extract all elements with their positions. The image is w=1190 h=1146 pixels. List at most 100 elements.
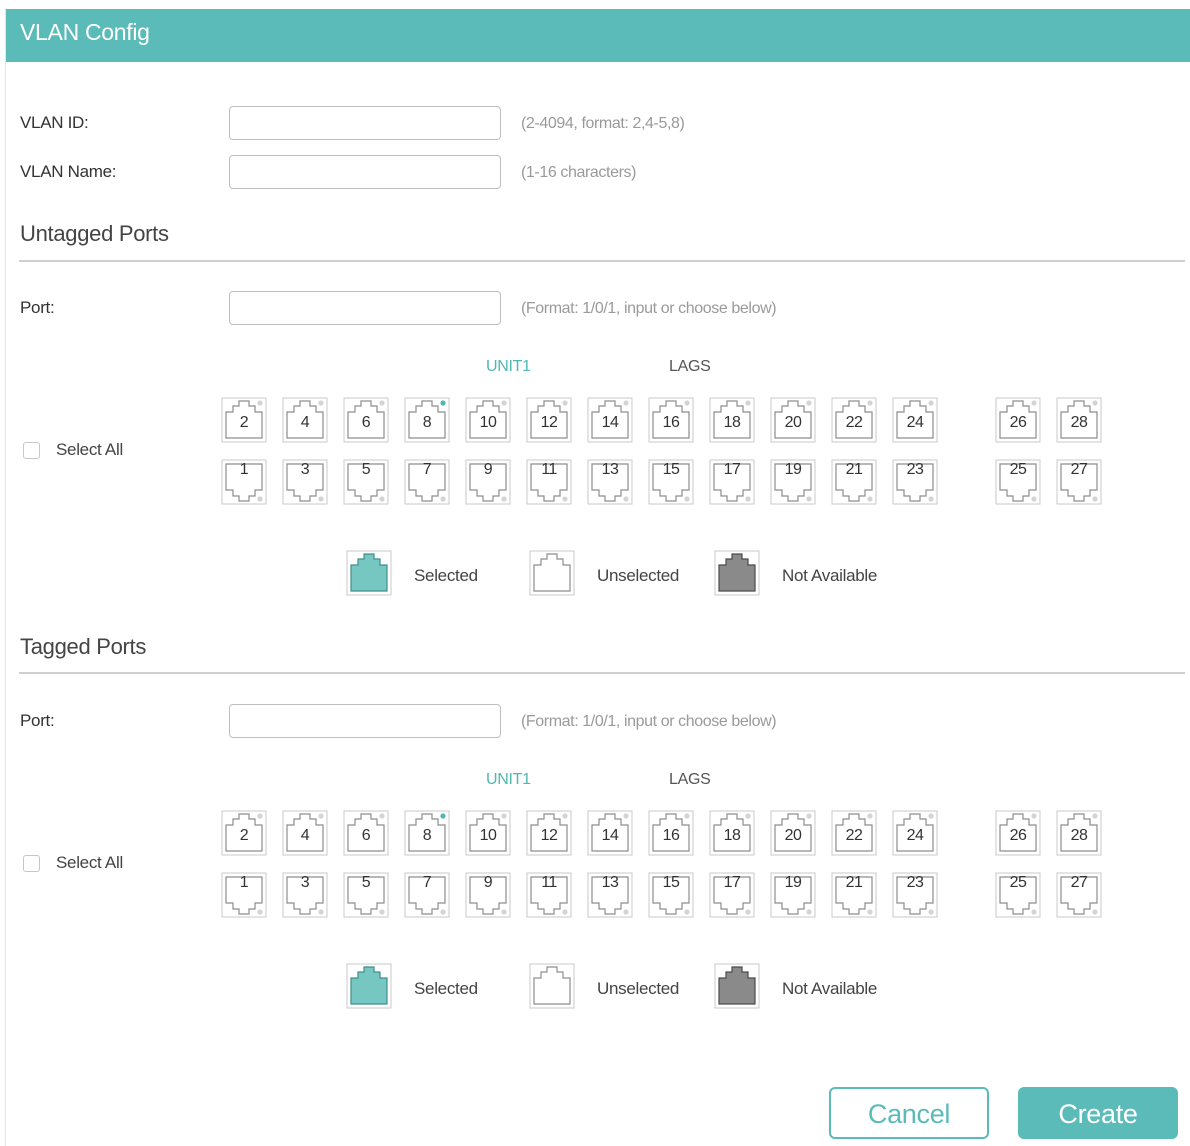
untagged-port-22[interactable]: 22 — [831, 397, 877, 443]
tagged-legend-not-available: Not Available — [714, 963, 877, 1014]
tagged-port-10[interactable]: 10 — [465, 810, 511, 856]
port-number: 7 — [422, 874, 432, 891]
tagged-port-21[interactable]: 21 — [831, 872, 877, 918]
dialog-titlebar: VLAN Config — [6, 9, 1190, 62]
tagged-port-9[interactable]: 9 — [465, 872, 511, 918]
tagged-port-25[interactable]: 25 — [995, 872, 1041, 918]
port-number: 13 — [601, 461, 619, 478]
tagged-legend-unselected: Unselected — [529, 963, 679, 1014]
untagged-legend-selected-label: Selected — [414, 565, 478, 585]
untagged-port-19[interactable]: 19 — [770, 459, 816, 505]
port-number: 6 — [361, 827, 371, 844]
untagged-port-21[interactable]: 21 — [831, 459, 877, 505]
tagged-port-26[interactable]: 26 — [995, 810, 1041, 856]
tagged-port-13[interactable]: 13 — [587, 872, 633, 918]
untagged-port-3[interactable]: 3 — [282, 459, 328, 505]
untagged-port-input[interactable] — [229, 291, 501, 325]
untagged-port-17[interactable]: 17 — [709, 459, 755, 505]
port-number: 25 — [1009, 874, 1027, 891]
port-number: 27 — [1070, 461, 1088, 478]
tagged-port-14[interactable]: 14 — [587, 810, 633, 856]
untagged-port-9[interactable]: 9 — [465, 459, 511, 505]
tagged-port-16[interactable]: 16 — [648, 810, 694, 856]
untagged-port-8[interactable]: 8 — [404, 397, 450, 443]
untagged-port-20[interactable]: 20 — [770, 397, 816, 443]
untagged-port-4[interactable]: 4 — [282, 397, 328, 443]
tagged-port-7[interactable]: 7 — [404, 872, 450, 918]
port-number: 10 — [479, 827, 497, 844]
port-number: 17 — [723, 874, 741, 891]
tagged-port-24[interactable]: 24 — [892, 810, 938, 856]
tagged-port-20[interactable]: 20 — [770, 810, 816, 856]
untagged-port-24[interactable]: 24 — [892, 397, 938, 443]
tagged-port-19[interactable]: 19 — [770, 872, 816, 918]
tagged-port-8[interactable]: 8 — [404, 810, 450, 856]
tagged-select-all[interactable]: Select All — [23, 853, 123, 873]
untagged-port-hint: (Format: 1/0/1, input or choose below) — [521, 300, 777, 317]
port-number: 2 — [239, 827, 249, 844]
port-number: 23 — [906, 874, 924, 891]
untagged-port-2[interactable]: 2 — [221, 397, 267, 443]
tagged-port-27[interactable]: 27 — [1056, 872, 1102, 918]
port-number: 12 — [540, 827, 558, 844]
create-button[interactable]: Create — [1018, 1087, 1178, 1139]
cancel-button[interactable]: Cancel — [829, 1087, 989, 1139]
port-selected-icon — [346, 550, 392, 601]
untagged-port-28[interactable]: 28 — [1056, 397, 1102, 443]
port-number: 23 — [906, 461, 924, 478]
tagged-divider — [19, 672, 1185, 674]
untagged-port-23[interactable]: 23 — [892, 459, 938, 505]
tagged-port-15[interactable]: 15 — [648, 872, 694, 918]
untagged-port-26[interactable]: 26 — [995, 397, 1041, 443]
untagged-port-1[interactable]: 1 — [221, 459, 267, 505]
tagged-port-4[interactable]: 4 — [282, 810, 328, 856]
tagged-port-1[interactable]: 1 — [221, 872, 267, 918]
untagged-port-15[interactable]: 15 — [648, 459, 694, 505]
port-number: 16 — [662, 414, 680, 431]
tagged-port-6[interactable]: 6 — [343, 810, 389, 856]
tagged-port-input[interactable] — [229, 704, 501, 738]
tagged-port-3[interactable]: 3 — [282, 872, 328, 918]
tagged-port-28[interactable]: 28 — [1056, 810, 1102, 856]
untagged-port-label: Port: — [20, 298, 55, 317]
port-unselected-icon — [529, 963, 575, 1014]
untagged-legend-selected: Selected — [346, 550, 478, 601]
vlan-id-input[interactable] — [229, 106, 501, 140]
tagged-lags-label: LAGS — [669, 771, 711, 788]
port-number: 24 — [906, 414, 924, 431]
tagged-port-17[interactable]: 17 — [709, 872, 755, 918]
tagged-port-11[interactable]: 11 — [526, 872, 572, 918]
tagged-select-all-checkbox[interactable] — [23, 854, 40, 872]
tagged-port-2[interactable]: 2 — [221, 810, 267, 856]
untagged-select-all-checkbox[interactable] — [23, 441, 40, 459]
tagged-port-22[interactable]: 22 — [831, 810, 877, 856]
tagged-port-18[interactable]: 18 — [709, 810, 755, 856]
untagged-port-5[interactable]: 5 — [343, 459, 389, 505]
tagged-port-23[interactable]: 23 — [892, 872, 938, 918]
untagged-port-13[interactable]: 13 — [587, 459, 633, 505]
untagged-port-25[interactable]: 25 — [995, 459, 1041, 505]
tagged-legend-unselected-label: Unselected — [597, 978, 680, 998]
port-number: 18 — [723, 414, 741, 431]
tagged-legend-not-available-label: Not Available — [782, 978, 878, 998]
tagged-port-12[interactable]: 12 — [526, 810, 572, 856]
untagged-port-12[interactable]: 12 — [526, 397, 572, 443]
untagged-port-14[interactable]: 14 — [587, 397, 633, 443]
untagged-legend-unselected-label: Unselected — [597, 565, 680, 585]
untagged-port-18[interactable]: 18 — [709, 397, 755, 443]
vlan-name-input[interactable] — [229, 155, 501, 189]
port-number: 4 — [300, 827, 310, 844]
untagged-legend-not-available-label: Not Available — [782, 565, 878, 585]
untagged-port-7[interactable]: 7 — [404, 459, 450, 505]
untagged-port-6[interactable]: 6 — [343, 397, 389, 443]
tagged-port-hint: (Format: 1/0/1, input or choose below) — [521, 713, 777, 730]
untagged-port-16[interactable]: 16 — [648, 397, 694, 443]
untagged-ports-title: Untagged Ports — [20, 221, 169, 246]
tagged-port-5[interactable]: 5 — [343, 872, 389, 918]
untagged-port-27[interactable]: 27 — [1056, 459, 1102, 505]
untagged-port-10[interactable]: 10 — [465, 397, 511, 443]
untagged-port-11[interactable]: 11 — [526, 459, 572, 505]
port-not-available-icon — [714, 550, 760, 601]
untagged-select-all[interactable]: Select All — [23, 440, 123, 460]
port-number: 11 — [541, 874, 557, 891]
